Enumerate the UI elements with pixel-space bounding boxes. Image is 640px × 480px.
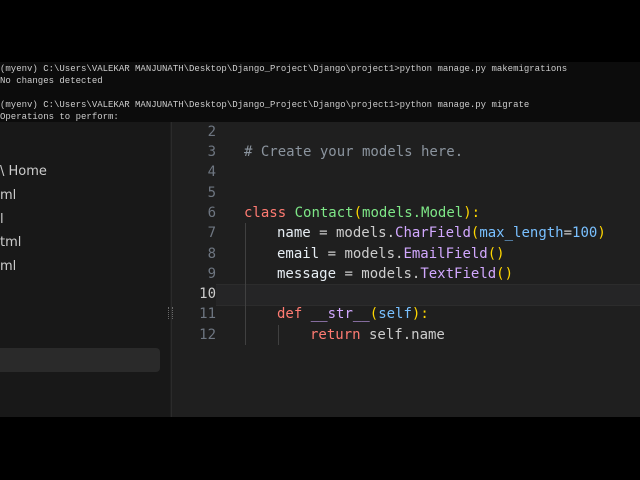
explorer-selected-item[interactable]: [0, 348, 160, 372]
line-number: 12: [199, 327, 216, 343]
arg-value: 100: [572, 225, 598, 241]
line-number: 3: [207, 144, 216, 160]
terminal-line: (myenv) C:\Users\VALEKAR MANJUNATH\Deskt…: [0, 100, 530, 110]
terminal-line: No changes detected: [0, 76, 103, 86]
code-editor[interactable]: 2 3 4 5 6 7 8 9 10 11 12 # Create your m…: [172, 122, 640, 417]
paren: (): [487, 246, 505, 262]
terminal-line: Operations to perform:: [0, 112, 119, 122]
field-name: name: [277, 225, 311, 241]
assign: = models.: [310, 225, 396, 241]
code-line-8: email = models.EmailField(): [277, 244, 505, 264]
class-name: Contact: [294, 205, 354, 221]
keyword-class: class: [244, 205, 287, 221]
method-name: __str__: [310, 306, 370, 322]
paren: (): [496, 266, 514, 282]
code-line-6: class Contact(models.Model):: [244, 203, 480, 223]
indent-guide: [278, 325, 279, 345]
code-line-3: # Create your models here.: [244, 142, 463, 162]
return-expr: self.name: [360, 327, 445, 343]
line-number: 7: [207, 225, 216, 241]
line-number: 11: [199, 306, 216, 322]
assign: = models.: [319, 246, 404, 262]
line-number-active: 10: [199, 286, 216, 302]
field-name: message: [277, 266, 337, 282]
paren: ): [597, 225, 606, 241]
field-type: EmailField: [403, 246, 488, 262]
keyword-def: def: [277, 306, 303, 322]
line-number: 2: [207, 124, 216, 140]
keyword-return: return: [310, 327, 361, 343]
code-line-7: name = models.CharField(max_length=100): [277, 223, 606, 243]
line-number: 5: [207, 185, 216, 201]
code-comment: # Create your models here.: [244, 144, 464, 160]
field-type: TextField: [420, 266, 497, 282]
assign: = models.: [336, 266, 421, 282]
arg-eq: =: [563, 225, 573, 241]
line-number: 9: [207, 266, 216, 282]
explorer-item[interactable]: ml: [0, 259, 16, 274]
paren: (: [369, 306, 379, 322]
param-self: self: [378, 306, 412, 322]
explorer-item[interactable]: l: [0, 212, 4, 227]
explorer-item[interactable]: tml: [0, 235, 21, 250]
code-line-9: message = models.TextField(): [277, 264, 513, 284]
explorer-item-home[interactable]: \ Home: [0, 164, 47, 179]
paren: (: [353, 205, 363, 221]
explorer-item[interactable]: ml: [0, 188, 16, 203]
line-number: 4: [207, 164, 216, 180]
terminal-panel[interactable]: (myenv) C:\Users\VALEKAR MANJUNATH\Deskt…: [0, 62, 640, 122]
current-line-highlight: [216, 284, 640, 306]
editor-window: \ Home ml l tml ml 2 3 4 5 6 7 8 9 10 11…: [0, 122, 640, 417]
arg-name: max_length: [479, 225, 564, 241]
terminal-line: (myenv) C:\Users\VALEKAR MANJUNATH\Deskt…: [0, 64, 568, 74]
code-line-12: return self.name: [310, 325, 445, 345]
field-type: CharField: [395, 225, 471, 241]
code-line-11: def __str__(self):: [277, 304, 429, 324]
indent-guide: [245, 223, 246, 345]
line-number: 6: [207, 205, 216, 221]
explorer-sidebar: \ Home ml l tml ml: [0, 122, 170, 417]
base-class: models.Model: [362, 205, 464, 221]
line-number: 8: [207, 246, 216, 262]
paren: ):: [411, 306, 429, 322]
field-name: email: [277, 246, 320, 262]
paren: ):: [463, 205, 481, 221]
